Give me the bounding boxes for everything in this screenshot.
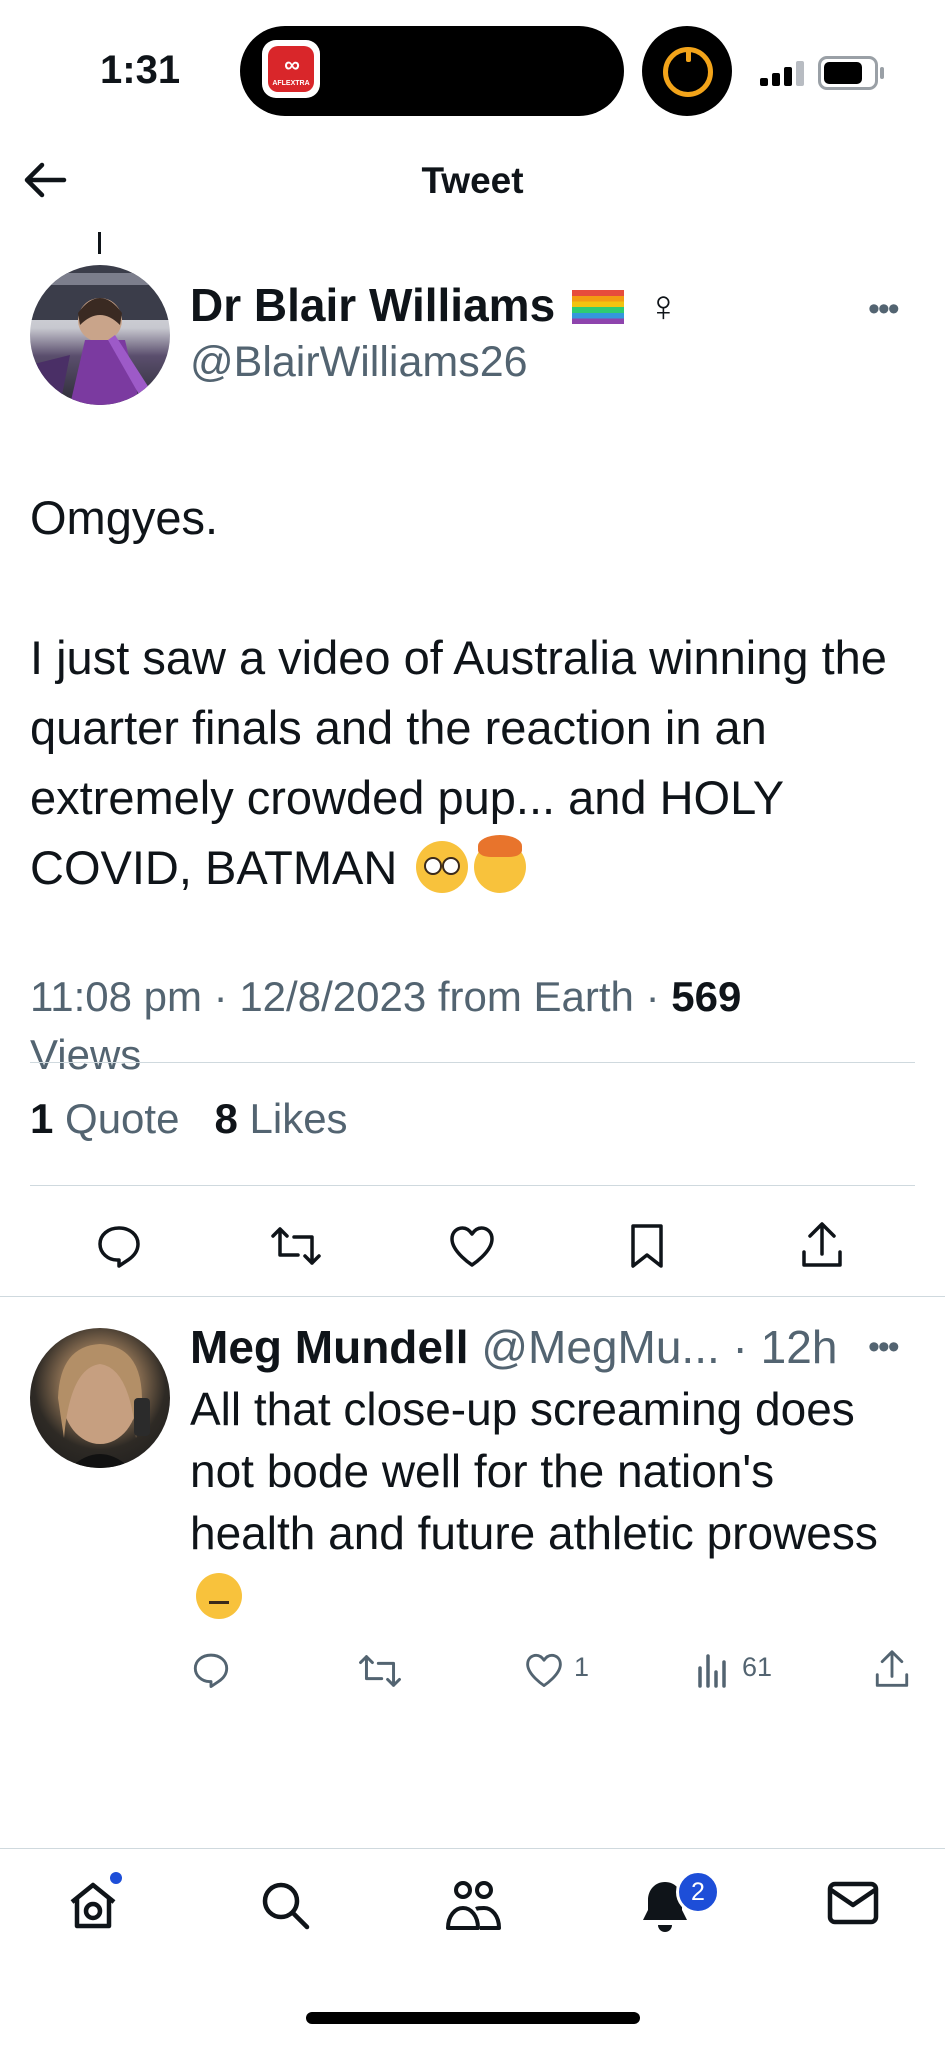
reply-body: All that close-up screaming does not bod… (190, 1383, 878, 1559)
reply-retweet-icon[interactable] (358, 1653, 402, 1689)
home-icon[interactable] (66, 1878, 120, 1937)
views-count: 569 (671, 973, 742, 1020)
tweet-body: Omgyes. I just saw a video of Australia … (30, 491, 887, 894)
divider (30, 1062, 915, 1063)
timer-icon (663, 47, 713, 97)
notifications-badge: 2 (676, 1870, 720, 1914)
quotes-link[interactable]: 1 Quote (30, 1095, 179, 1142)
likes-link[interactable]: 8 Likes (214, 1095, 347, 1142)
bookmark-icon[interactable] (628, 1222, 666, 1270)
like-icon[interactable] (448, 1224, 496, 1268)
likes-label: Likes (249, 1095, 348, 1142)
battery-icon (818, 56, 884, 90)
author-name-text: Dr Blair Williams (190, 279, 556, 331)
engagement-stats: 1 Quote 8 Likes (30, 1095, 348, 1143)
flushed-face-emoji (416, 841, 469, 893)
female-symbol-icon: ♀ (646, 282, 680, 331)
tweet-text: Omgyes. I just saw a video of Australia … (30, 483, 930, 903)
tweet-source: from Earth (437, 973, 634, 1020)
reply-header: Meg Mundell @MegMu... · 12h (190, 1321, 838, 1373)
author-handle[interactable]: @BlairWilliams26 (190, 338, 528, 387)
thread-connector-line (98, 232, 101, 254)
nav-divider (0, 1848, 945, 1849)
island-app-label: AFLEXTRA (272, 80, 310, 87)
reply-icon[interactable] (96, 1223, 142, 1269)
author-avatar[interactable] (30, 265, 170, 405)
quotes-label: Quote (65, 1095, 180, 1142)
messages-envelope-icon[interactable] (826, 1878, 880, 1933)
home-indicator[interactable] (306, 2012, 640, 2024)
reply-share-icon[interactable] (874, 1648, 910, 1690)
likes-count: 8 (214, 1095, 238, 1142)
exploding-head-emoji (474, 835, 527, 893)
tweet-meta: 11:08 pm · 12/8/2023 from Earth · 569 Vi… (30, 973, 742, 1078)
share-icon[interactable] (800, 1220, 844, 1270)
home-unread-dot (110, 1872, 122, 1884)
reply-more-options-icon[interactable]: ••• (868, 1328, 900, 1367)
aflextra-app-icon[interactable]: ∞ AFLEXTRA (262, 40, 320, 98)
communities-icon[interactable] (444, 1878, 502, 1937)
more-options-icon[interactable]: ••• (868, 290, 900, 329)
tweet-date: 12/8/2023 (239, 973, 427, 1020)
page-title: Tweet (421, 160, 524, 201)
divider (0, 1296, 945, 1297)
status-time: 1:31 (100, 48, 181, 92)
reply-author-avatar[interactable] (30, 1328, 170, 1468)
reply-views-icon[interactable] (696, 1650, 730, 1688)
tweet-time: 11:08 pm (30, 973, 202, 1020)
quotes-count: 1 (30, 1095, 54, 1142)
reply-author-name[interactable]: Meg Mundell (190, 1321, 469, 1373)
abc-logo-glyph: ∞ (284, 52, 300, 77)
reply-author-handle[interactable]: @MegMu... (481, 1321, 719, 1373)
reply-text: All that close-up screaming does not bod… (190, 1378, 910, 1626)
search-icon[interactable] (258, 1878, 312, 1937)
reply-reply-icon[interactable] (192, 1651, 230, 1689)
reply-like-count: 1 (574, 1652, 590, 1682)
neutral-face-emoji (196, 1573, 242, 1619)
views-label: Views (30, 1031, 142, 1078)
reply-time: 12h (760, 1321, 838, 1373)
cellular-signal-icon (760, 60, 810, 86)
divider (30, 1185, 915, 1186)
reply-like-icon[interactable] (524, 1652, 564, 1688)
retweet-icon[interactable] (270, 1225, 322, 1267)
reply-views-count: 61 (742, 1652, 773, 1682)
rainbow-flag-icon (571, 290, 624, 324)
author-name[interactable]: Dr Blair Williams ♀ (190, 278, 680, 332)
